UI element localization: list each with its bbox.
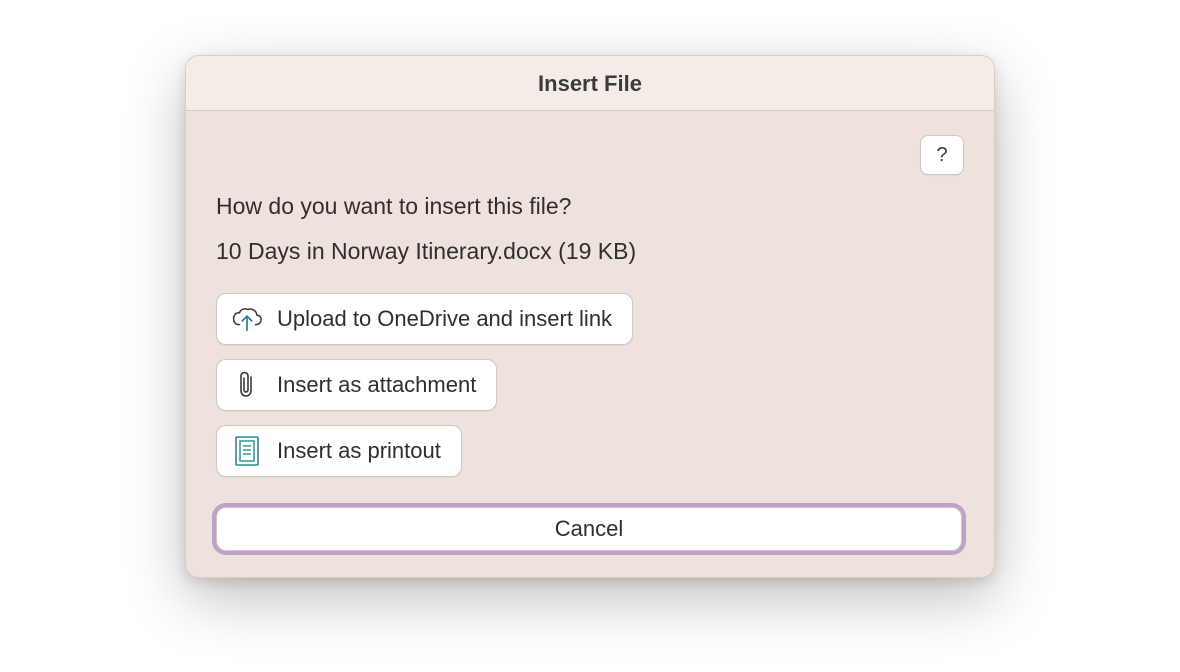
insert-printout-label: Insert as printout (277, 438, 441, 464)
dialog-header: Insert File (186, 56, 994, 111)
help-icon: ? (936, 144, 947, 167)
options-list: Upload to OneDrive and insert link Inser… (216, 293, 964, 551)
dialog-body: ? How do you want to insert this file? 1… (186, 111, 994, 577)
insert-attachment-label: Insert as attachment (277, 372, 476, 398)
cloud-upload-icon (231, 303, 263, 335)
insert-printout-button[interactable]: Insert as printout (216, 425, 462, 477)
cancel-button[interactable]: Cancel (216, 507, 962, 551)
help-button[interactable]: ? (920, 135, 964, 175)
upload-onedrive-button[interactable]: Upload to OneDrive and insert link (216, 293, 633, 345)
insert-file-dialog: Insert File ? How do you want to insert … (185, 55, 995, 578)
dialog-title: Insert File (186, 71, 994, 97)
insert-attachment-button[interactable]: Insert as attachment (216, 359, 497, 411)
cancel-label: Cancel (555, 516, 623, 541)
file-info: 10 Days in Norway Itinerary.docx (19 KB) (216, 238, 964, 265)
paperclip-icon (231, 369, 263, 401)
upload-onedrive-label: Upload to OneDrive and insert link (277, 306, 612, 332)
insert-prompt: How do you want to insert this file? (216, 193, 964, 220)
printout-icon (231, 435, 263, 467)
